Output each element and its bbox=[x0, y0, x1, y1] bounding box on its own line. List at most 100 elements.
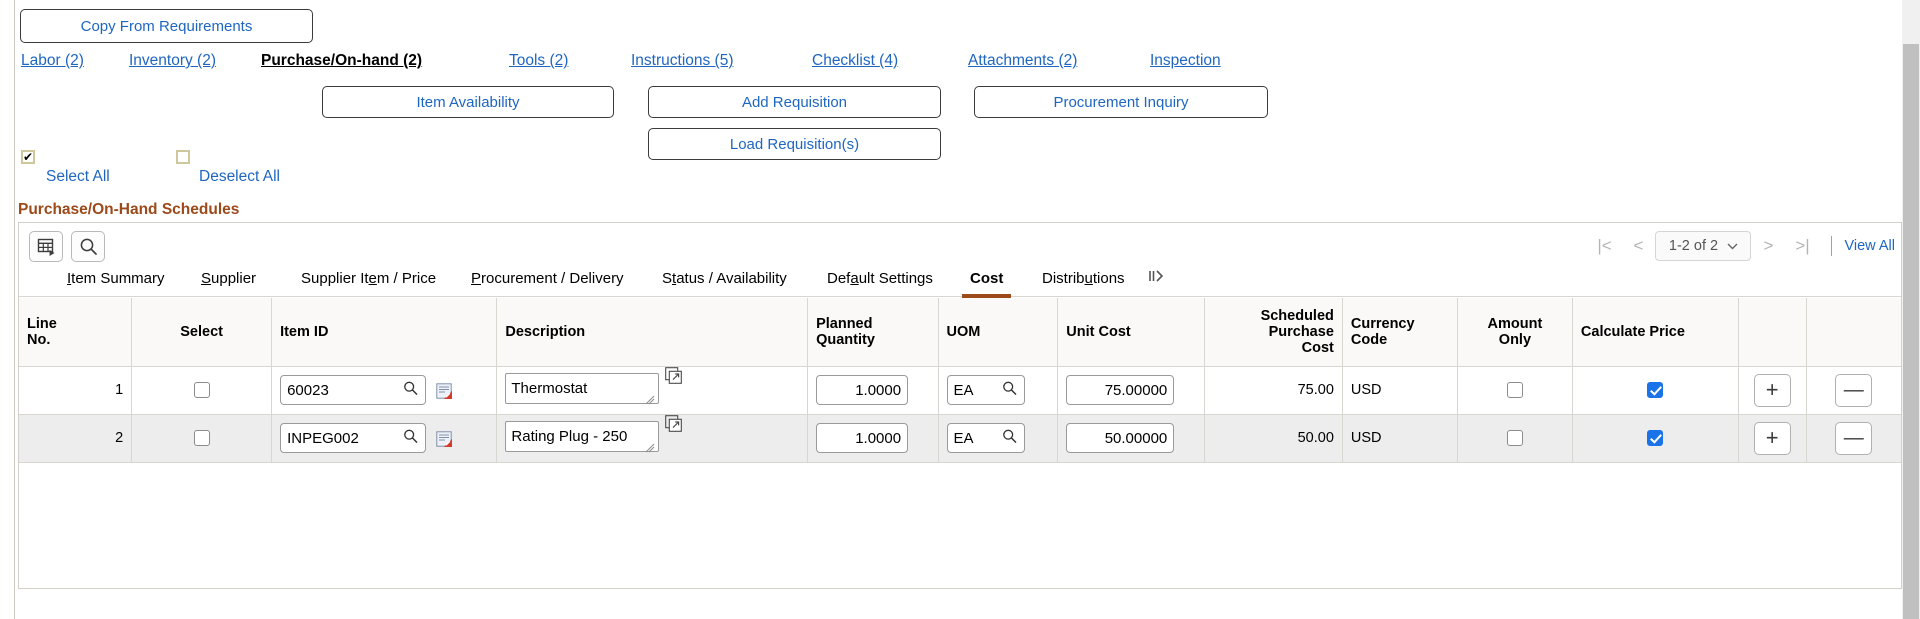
deselect-all-link[interactable]: Deselect All bbox=[199, 168, 280, 186]
uom-input[interactable] bbox=[947, 375, 1025, 405]
cell-select bbox=[132, 366, 272, 414]
cell-delete: — bbox=[1806, 366, 1901, 414]
select-all-checkbox[interactable]: ✔ bbox=[21, 150, 35, 164]
add-requisition-button[interactable]: Add Requisition bbox=[648, 86, 941, 118]
cell-amount-only bbox=[1457, 414, 1572, 462]
col-amount-only: AmountOnly bbox=[1457, 298, 1572, 366]
col-description: Description bbox=[497, 298, 808, 366]
calculate-price-checkbox[interactable] bbox=[1647, 382, 1663, 398]
add-row-button[interactable]: + bbox=[1754, 374, 1791, 407]
copy-from-requirements-button[interactable]: Copy From Requirements bbox=[20, 9, 313, 43]
link-labor[interactable]: Labor (2) bbox=[21, 52, 84, 70]
amount-only-checkbox[interactable] bbox=[1507, 430, 1523, 446]
cell-item-id bbox=[272, 366, 497, 414]
grid-toolbar bbox=[29, 231, 105, 262]
unit-cost-input[interactable] bbox=[1066, 423, 1174, 453]
link-attachments[interactable]: Attachments (2) bbox=[968, 52, 1077, 70]
link-purchase-on-hand[interactable]: Purchase/On-hand (2) bbox=[261, 52, 422, 70]
cell-description bbox=[497, 414, 808, 462]
item-id-input[interactable] bbox=[280, 375, 426, 405]
tab-default-settings[interactable]: Default Settings bbox=[827, 270, 933, 293]
cell-scheduled-purchase-cost: 75.00 bbox=[1205, 366, 1343, 414]
col-calculate-price: Calculate Price bbox=[1572, 298, 1738, 366]
cell-item-id bbox=[272, 414, 497, 462]
col-currency-code: CurrencyCode bbox=[1342, 298, 1457, 366]
cell-uom bbox=[938, 414, 1058, 462]
unit-cost-input[interactable] bbox=[1066, 375, 1174, 405]
cell-unit-cost bbox=[1058, 414, 1205, 462]
col-item-id: Item ID bbox=[272, 298, 497, 366]
item-id-input[interactable] bbox=[280, 423, 426, 453]
col-delete bbox=[1806, 298, 1901, 366]
uom-lookup-wrap bbox=[947, 375, 1025, 405]
tab-item-summary[interactable]: Item Summary bbox=[67, 270, 165, 293]
cell-currency-code: USD bbox=[1342, 366, 1457, 414]
procurement-inquiry-button[interactable]: Procurement Inquiry bbox=[974, 86, 1268, 118]
description-textarea[interactable] bbox=[505, 421, 659, 452]
link-instructions[interactable]: Instructions (5) bbox=[631, 52, 734, 70]
item-id-lookup-wrap bbox=[280, 423, 426, 453]
link-inspection[interactable]: Inspection bbox=[1150, 52, 1221, 70]
tab-status-availability[interactable]: Status / Availability bbox=[662, 270, 787, 293]
pager-first-button[interactable]: |< bbox=[1587, 231, 1621, 261]
link-checklist[interactable]: Checklist (4) bbox=[812, 52, 898, 70]
delete-row-button[interactable]: — bbox=[1835, 374, 1872, 407]
pager-last-button[interactable]: >| bbox=[1785, 231, 1819, 261]
planned-quantity-input[interactable] bbox=[816, 375, 908, 405]
scrollbar-thumb[interactable] bbox=[1903, 44, 1919, 619]
table-header-row: LineNo. Select Item ID Description Plann… bbox=[19, 298, 1901, 366]
row-select-checkbox[interactable] bbox=[194, 430, 210, 446]
col-planned-quantity: PlannedQuantity bbox=[808, 298, 938, 366]
col-line-no: LineNo. bbox=[19, 298, 132, 366]
cell-calculate-price bbox=[1572, 414, 1738, 462]
item-id-prompt-icon[interactable] bbox=[436, 431, 452, 447]
schedules-table: LineNo. Select Item ID Description Plann… bbox=[19, 298, 1901, 463]
planned-quantity-input[interactable] bbox=[816, 423, 908, 453]
grid-find-icon[interactable] bbox=[71, 231, 105, 262]
item-id-lookup-wrap bbox=[280, 375, 426, 405]
tab-procurement-delivery[interactable]: Procurement / Delivery bbox=[471, 270, 624, 293]
description-wrap bbox=[505, 373, 659, 408]
item-availability-button[interactable]: Item Availability bbox=[322, 86, 614, 118]
add-row-button[interactable]: + bbox=[1754, 422, 1791, 455]
tab-supplier-item-price[interactable]: Supplier Item / Price bbox=[301, 270, 436, 293]
calculate-price-checkbox[interactable] bbox=[1647, 430, 1663, 446]
cell-calculate-price bbox=[1572, 366, 1738, 414]
select-all-link[interactable]: Select All bbox=[46, 168, 110, 186]
tabs-overflow-icon[interactable] bbox=[1147, 268, 1167, 289]
tab-supplier[interactable]: Supplier bbox=[201, 270, 256, 293]
amount-only-checkbox[interactable] bbox=[1507, 382, 1523, 398]
deselect-all-checkbox[interactable] bbox=[176, 150, 190, 164]
pager-next-button[interactable]: > bbox=[1751, 231, 1785, 261]
pager-prev-button[interactable]: < bbox=[1621, 231, 1655, 261]
cell-line-no: 1 bbox=[19, 366, 132, 414]
cell-add: + bbox=[1738, 414, 1806, 462]
table-row: 2 bbox=[19, 414, 1901, 462]
cell-planned-quantity bbox=[808, 414, 938, 462]
expand-description-icon[interactable] bbox=[665, 415, 681, 431]
delete-row-button[interactable]: — bbox=[1835, 422, 1872, 455]
item-id-prompt-icon[interactable] bbox=[436, 383, 452, 399]
tab-cost[interactable]: Cost bbox=[970, 270, 1003, 293]
grid-personalize-icon[interactable] bbox=[29, 231, 63, 262]
row-select-checkbox[interactable] bbox=[194, 382, 210, 398]
uom-lookup-wrap bbox=[947, 423, 1025, 453]
section-title: Purchase/On-Hand Schedules bbox=[18, 201, 239, 219]
load-requisitions-button[interactable]: Load Requisition(s) bbox=[648, 128, 941, 160]
pager-range-select[interactable]: 1-2 of 2 bbox=[1655, 231, 1751, 261]
cell-description bbox=[497, 366, 808, 414]
tab-distributions[interactable]: Distributions bbox=[1042, 270, 1125, 293]
link-inventory[interactable]: Inventory (2) bbox=[129, 52, 216, 70]
view-all-link[interactable]: View All bbox=[1844, 238, 1895, 254]
uom-input[interactable] bbox=[947, 423, 1025, 453]
description-textarea[interactable] bbox=[505, 373, 659, 404]
link-tools[interactable]: Tools (2) bbox=[509, 52, 568, 70]
page-root: Copy From Requirements Labor (2) Invento… bbox=[0, 0, 1920, 619]
col-uom: UOM bbox=[938, 298, 1058, 366]
expand-description-icon[interactable] bbox=[665, 367, 681, 383]
col-add bbox=[1738, 298, 1806, 366]
page-vertical-scrollbar[interactable] bbox=[1902, 0, 1920, 619]
col-scheduled-purchase-cost: ScheduledPurchaseCost bbox=[1205, 298, 1343, 366]
cell-amount-only bbox=[1457, 366, 1572, 414]
col-unit-cost: Unit Cost bbox=[1058, 298, 1205, 366]
